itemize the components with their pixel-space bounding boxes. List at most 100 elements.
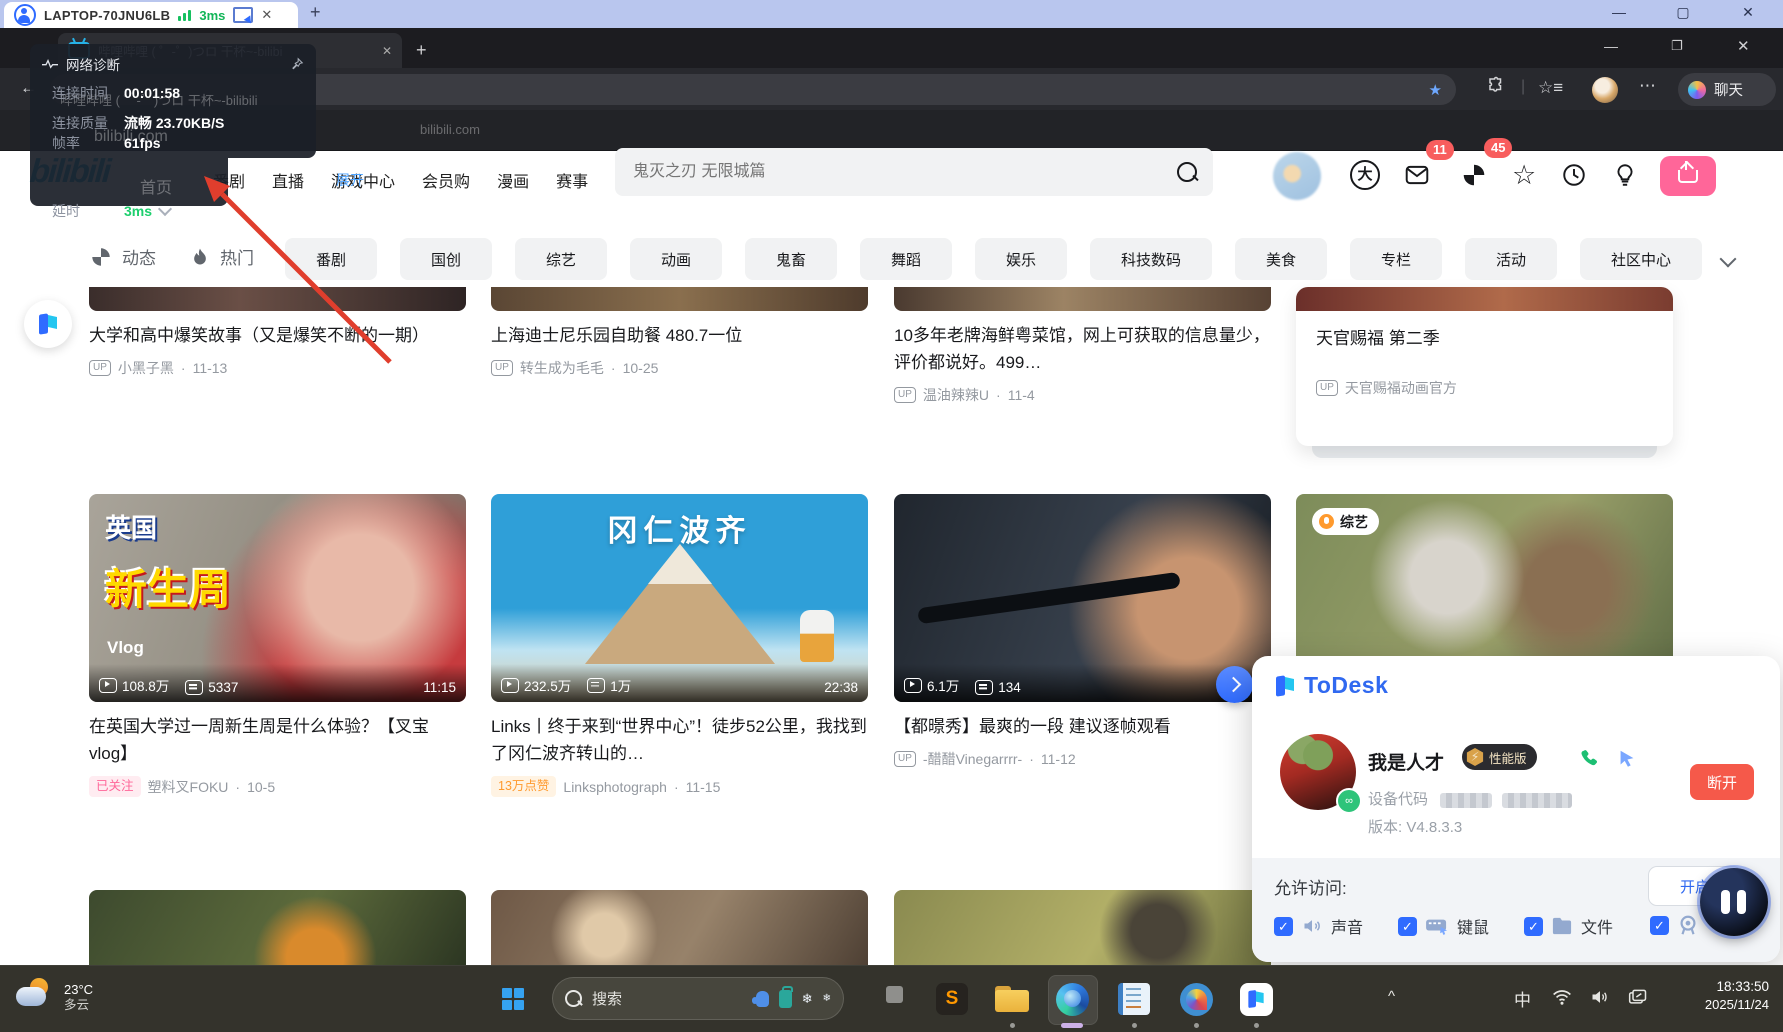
floating-assistant-button[interactable] — [24, 300, 72, 348]
browser-new-tab-button[interactable]: + — [416, 40, 427, 61]
video-thumbnail[interactable]: 6.1万 134 — [894, 494, 1271, 702]
notepad-button[interactable] — [1114, 979, 1154, 1019]
perm-audio[interactable]: ✓ 声音 — [1274, 914, 1363, 938]
uploader-name[interactable]: 转生成为毛毛 — [520, 358, 604, 378]
checkbox-checked[interactable]: ✓ — [1650, 915, 1669, 935]
search-input[interactable] — [631, 162, 1177, 182]
todesk-floating-orb[interactable] — [1700, 868, 1768, 936]
uploader-name[interactable]: Linksphotograph — [563, 779, 667, 795]
video-title[interactable]: 【都暻秀】最爽的一段 建议逐帧观看 — [894, 713, 1271, 740]
video-meta[interactable]: UP -醋醋Vinegarrrr- · 11-12 — [894, 749, 1271, 769]
category-pill[interactable]: 美食 — [1235, 238, 1327, 280]
video-title[interactable]: 在英国大学过一周新生周是什么体验？【叉宝vlog】 — [89, 713, 466, 767]
perm-keyboard-mouse[interactable]: ✓ 键鼠 — [1398, 914, 1489, 938]
video-meta[interactable]: UP 温油辣辣U · 11-4 — [894, 385, 1271, 405]
browser-profile-avatar[interactable] — [1592, 77, 1618, 103]
category-pill[interactable]: 动画 — [630, 238, 722, 280]
sublime-text-button[interactable]: S — [932, 979, 972, 1019]
weather-widget[interactable] — [16, 978, 58, 1012]
file-explorer-button[interactable] — [992, 979, 1032, 1019]
favorites-list-icon[interactable]: ☆≡ — [1538, 78, 1563, 98]
uploader-name[interactable]: 天官赐福动画官方 — [1345, 378, 1457, 398]
search-icon[interactable] — [1177, 162, 1197, 182]
upload-button[interactable] — [1660, 156, 1716, 196]
category-pill[interactable]: 科技数码 — [1090, 238, 1212, 280]
monitor-icon[interactable] — [233, 7, 254, 23]
copilot-chat-button[interactable]: 聊天 — [1678, 73, 1776, 106]
todesk-new-tab-button[interactable]: + — [310, 2, 321, 23]
todesk-taskbar-button[interactable] — [1236, 979, 1276, 1019]
tab-close-icon[interactable]: ✕ — [382, 44, 392, 58]
touch-keyboard-icon[interactable] — [1628, 988, 1648, 1011]
extensions-icon[interactable] — [1487, 76, 1505, 99]
video-card[interactable]: 冈仁波齐 232.5万 1万 22:38 Links丨终于来到“世界中心”！徒步… — [491, 494, 868, 797]
category-pill[interactable]: 舞蹈 — [860, 238, 952, 280]
search-box[interactable] — [615, 148, 1213, 196]
vip-icon[interactable]: 大 — [1350, 160, 1380, 190]
uploader-name[interactable]: -醋醋Vinegarrrr- — [923, 749, 1022, 769]
favorite-star-icon[interactable]: ★ — [1429, 81, 1442, 99]
history-icon[interactable] — [1561, 162, 1587, 193]
video-thumbnail[interactable] — [491, 287, 868, 311]
perm-camera[interactable]: ✓ — [1650, 914, 1699, 936]
todesk-minimize-button[interactable]: — — [1604, 4, 1634, 20]
tab-dynamic[interactable]: 动态 — [122, 244, 156, 269]
video-title[interactable]: 上海迪士尼乐园自助餐 480.7一位 — [491, 322, 868, 349]
creator-center-icon[interactable] — [1612, 162, 1638, 193]
checkbox-checked[interactable]: ✓ — [1524, 916, 1543, 936]
browser-close-button[interactable]: ✕ — [1737, 37, 1750, 55]
remote-cursor-icon[interactable] — [1616, 748, 1638, 775]
voice-call-icon[interactable] — [1578, 748, 1600, 775]
bookmark-item[interactable]: bilibili.com — [420, 122, 480, 137]
video-card[interactable]: 英国 新生周 Vlog 108.8万 5337 11:15 在英国大学过一周新生… — [89, 494, 466, 797]
panel-collapse-button[interactable] — [1216, 666, 1253, 703]
category-pill[interactable]: 社区中心 — [1580, 238, 1702, 280]
dynamic-icon[interactable] — [1461, 162, 1487, 193]
weather-text[interactable]: 23°C 多云 — [64, 982, 93, 1013]
video-thumbnail[interactable] — [491, 890, 868, 965]
pin-icon[interactable] — [290, 57, 304, 71]
taskbar-clock[interactable]: 18:33:50 2025/11/24 — [1705, 978, 1769, 1013]
video-thumbnail[interactable]: 冈仁波齐 232.5万 1万 22:38 — [491, 494, 868, 702]
wifi-icon[interactable] — [1552, 988, 1572, 1011]
close-session-icon[interactable]: ✕ — [261, 7, 272, 23]
video-thumbnail[interactable] — [894, 287, 1271, 311]
tray-expand-chevron-icon[interactable]: ^ — [1388, 988, 1395, 1005]
video-title[interactable]: Links丨终于来到“世界中心”！徒步52公里，我找到了冈仁波齐转山的… — [491, 713, 868, 767]
ime-indicator[interactable]: 中 — [1514, 986, 1531, 1011]
perm-files[interactable]: ✓ 文件 — [1524, 914, 1613, 938]
task-view-button[interactable] — [870, 979, 910, 1019]
volume-icon[interactable] — [1590, 988, 1610, 1011]
edge-button[interactable] — [1052, 979, 1092, 1019]
category-pill[interactable]: 娱乐 — [975, 238, 1067, 280]
video-card[interactable]: 6.1万 134 【都暻秀】最爽的一段 建议逐帧观看 UP -醋醋Vinegar… — [894, 494, 1271, 769]
todesk-session-tab[interactable]: LAPTOP-70JNU6LB 3ms ✕ — [4, 2, 298, 28]
video-thumbnail[interactable] — [1296, 287, 1673, 311]
category-pill[interactable]: 综艺 — [515, 238, 607, 280]
latency-dropdown-icon[interactable] — [157, 201, 173, 217]
checkbox-checked[interactable]: ✓ — [1274, 916, 1293, 936]
browser-minimize-button[interactable]: — — [1604, 38, 1618, 54]
todesk-maximize-button[interactable]: ▢ — [1668, 4, 1698, 21]
video-card[interactable]: 上海迪士尼乐园自助餐 480.7一位 UP 转生成为毛毛 · 10-25 — [491, 287, 868, 378]
start-button[interactable] — [502, 988, 524, 1010]
nav-item[interactable]: 赛事 — [556, 168, 588, 192]
message-icon[interactable] — [1404, 162, 1430, 193]
nav-item[interactable]: 会员购 — [422, 168, 470, 192]
video-meta[interactable]: UP 转生成为毛毛 · 10-25 — [491, 358, 868, 378]
paint-button[interactable] — [1176, 979, 1216, 1019]
disconnect-button[interactable]: 断开 — [1690, 764, 1754, 800]
nav-item[interactable]: 漫画 — [497, 168, 529, 192]
video-title[interactable]: 天官赐福 第二季 — [1316, 325, 1653, 352]
video-meta[interactable]: 已关注 塑料叉FOKU · 10-5 — [89, 776, 466, 797]
checkbox-checked[interactable]: ✓ — [1398, 916, 1417, 936]
video-title[interactable]: 10多年老牌海鲜粤菜馆，网上可获取的信息量少，评价都说好。499… — [894, 322, 1271, 376]
category-pill[interactable]: 专栏 — [1350, 238, 1442, 280]
todesk-close-button[interactable]: ✕ — [1733, 4, 1763, 21]
user-avatar[interactable] — [1273, 152, 1321, 200]
video-thumbnail[interactable]: 英国 新生周 Vlog 108.8万 5337 11:15 — [89, 494, 466, 702]
uploader-name[interactable]: 塑料叉FOKU — [148, 777, 229, 797]
favorites-icon[interactable]: ☆ — [1512, 160, 1536, 191]
video-meta[interactable]: 13万点赞 Linksphotograph · 11-15 — [491, 776, 868, 797]
video-thumbnail[interactable] — [89, 890, 466, 965]
